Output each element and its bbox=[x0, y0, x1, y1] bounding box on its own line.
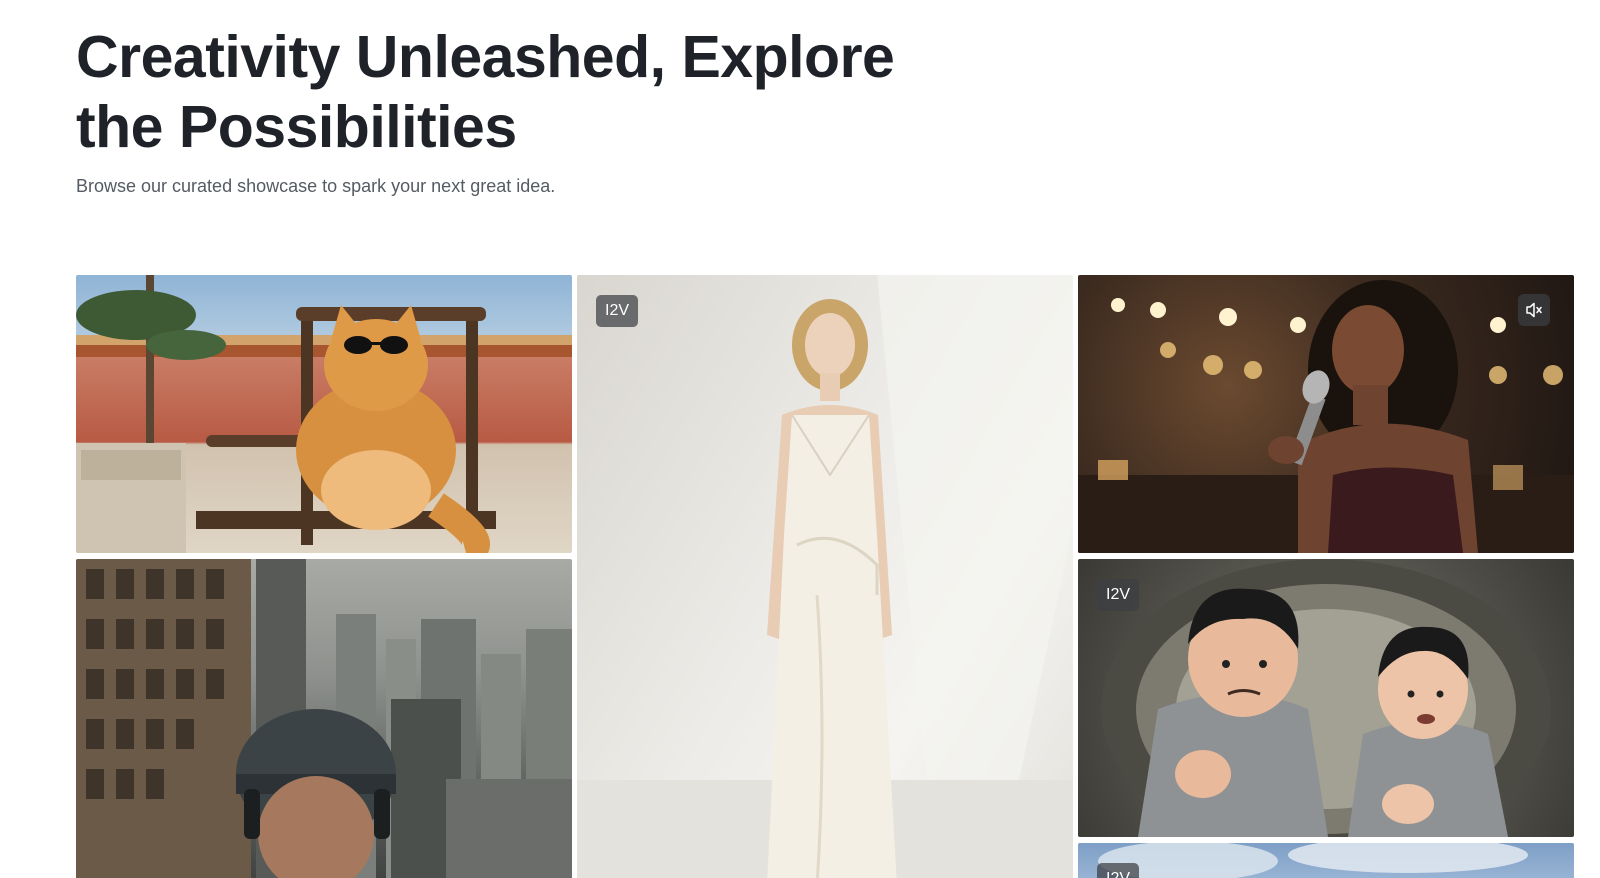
hero-section: Creativity Unleashed, Explore the Possib… bbox=[76, 22, 936, 198]
singer-image bbox=[1078, 280, 1574, 553]
i2v-badge: I2V bbox=[1097, 863, 1140, 878]
showcase-page: Creativity Unleashed, Explore the Possib… bbox=[0, 0, 1600, 878]
page-subtitle: Browse our curated showcase to spark you… bbox=[76, 176, 556, 196]
sky-image bbox=[1098, 843, 1528, 878]
gallery-card-cartoon-pipe[interactable]: I2V bbox=[1078, 559, 1574, 837]
cartoon-pipe-image bbox=[1101, 559, 1551, 837]
city-helmet-image bbox=[76, 559, 572, 878]
i2v-badge: I2V bbox=[596, 295, 639, 327]
page-title-line-1: Creativity Unleashed, Explore bbox=[76, 24, 895, 90]
speaker-muted-icon[interactable] bbox=[1518, 294, 1550, 326]
white-dress-image bbox=[577, 275, 1073, 878]
i2v-badge: I2V bbox=[1097, 579, 1140, 611]
page-title: Creativity Unleashed, Explore the Possib… bbox=[76, 22, 936, 162]
showcase-gallery: I2V I2V bbox=[76, 275, 1576, 878]
gallery-card-white-dress[interactable]: I2V bbox=[577, 275, 1073, 878]
gallery-card-singer[interactable] bbox=[1078, 275, 1574, 553]
gallery-card-city-helmet[interactable] bbox=[76, 559, 572, 878]
gallery-card-cat[interactable] bbox=[76, 275, 572, 553]
cat-image bbox=[76, 275, 572, 553]
page-title-line-2: the Possibilities bbox=[76, 94, 517, 160]
gallery-card-sky[interactable]: I2V bbox=[1078, 843, 1574, 878]
